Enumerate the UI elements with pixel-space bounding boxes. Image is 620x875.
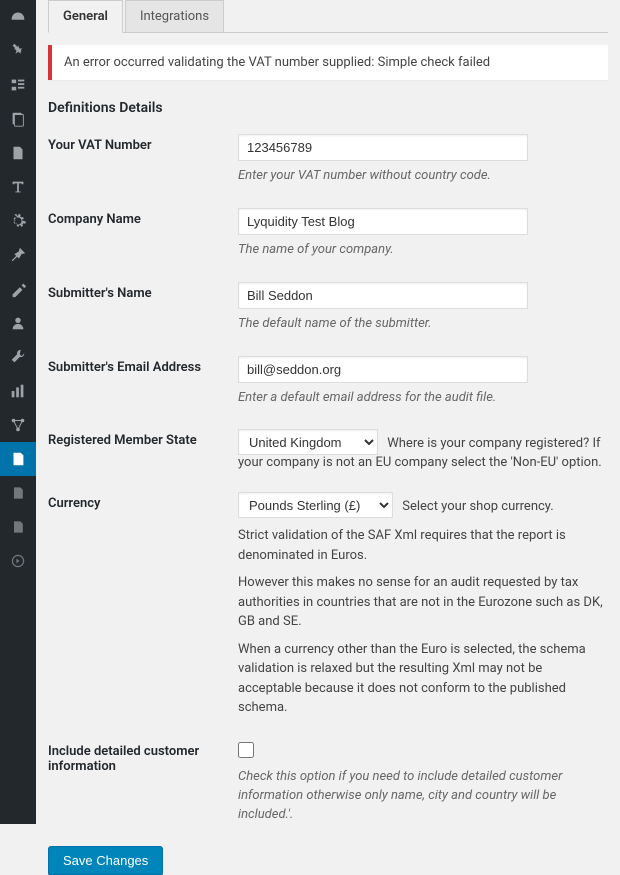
- submitter-email-input[interactable]: [238, 356, 528, 383]
- menu-connections[interactable]: [0, 408, 36, 442]
- menu-dashboard[interactable]: [0, 0, 36, 34]
- company-label: Company Name: [48, 208, 238, 227]
- menu-text[interactable]: [0, 170, 36, 204]
- currency-inline: Select your shop currency.: [402, 499, 553, 514]
- menu-settings[interactable]: [0, 204, 36, 238]
- menu-analytics[interactable]: [0, 374, 36, 408]
- menu-tools[interactable]: [0, 340, 36, 374]
- submitter-email-label: Submitter's Email Address: [48, 356, 238, 375]
- main-content: General Integrations An error occurred v…: [36, 0, 620, 824]
- admin-sidebar: [0, 0, 36, 824]
- submitter-email-help: Enter a default email address for the au…: [238, 389, 608, 408]
- company-help: The name of your company.: [238, 241, 608, 260]
- currency-select[interactable]: Pounds Sterling (£): [238, 492, 393, 518]
- currency-note-1: Strict validation of the SAF Xml require…: [238, 526, 608, 565]
- tab-integrations[interactable]: Integrations: [125, 0, 224, 33]
- menu-sub-doc1[interactable]: [0, 476, 36, 510]
- menu-collapse[interactable]: [0, 544, 36, 578]
- vat-label: Your VAT Number: [48, 134, 238, 153]
- include-detail-checkbox[interactable]: [238, 742, 254, 758]
- menu-current-plugin[interactable]: [0, 442, 36, 476]
- vat-input[interactable]: [238, 134, 528, 161]
- menu-posts[interactable]: [0, 34, 36, 68]
- company-input[interactable]: [238, 208, 528, 235]
- currency-label: Currency: [48, 492, 238, 511]
- error-notice: An error occurred validating the VAT num…: [48, 45, 608, 80]
- include-detail-help: Check this option if you need to include…: [238, 768, 608, 825]
- menu-pin[interactable]: [0, 238, 36, 272]
- member-state-select[interactable]: United Kingdom: [238, 429, 378, 455]
- tab-general[interactable]: General: [48, 0, 123, 33]
- submitter-name-label: Submitter's Name: [48, 282, 238, 301]
- menu-pages[interactable]: [0, 102, 36, 136]
- include-detail-label: Include detailed customer information: [48, 740, 238, 774]
- currency-note-2: However this makes no sense for an audit…: [238, 573, 608, 632]
- submitter-name-help: The default name of the submitter.: [238, 315, 608, 334]
- vat-help: Enter your VAT number without country co…: [238, 167, 608, 186]
- menu-appearance[interactable]: [0, 272, 36, 306]
- menu-sub-doc2[interactable]: [0, 510, 36, 544]
- section-title: Definitions Details: [48, 100, 608, 116]
- save-button[interactable]: Save Changes: [48, 846, 163, 875]
- submitter-name-input[interactable]: [238, 282, 528, 309]
- currency-note-3: When a currency other than the Euro is s…: [238, 640, 608, 718]
- settings-tabs: General Integrations: [48, 0, 608, 33]
- menu-users[interactable]: [0, 306, 36, 340]
- menu-page[interactable]: [0, 136, 36, 170]
- member-state-label: Registered Member State: [48, 429, 238, 448]
- menu-media[interactable]: [0, 68, 36, 102]
